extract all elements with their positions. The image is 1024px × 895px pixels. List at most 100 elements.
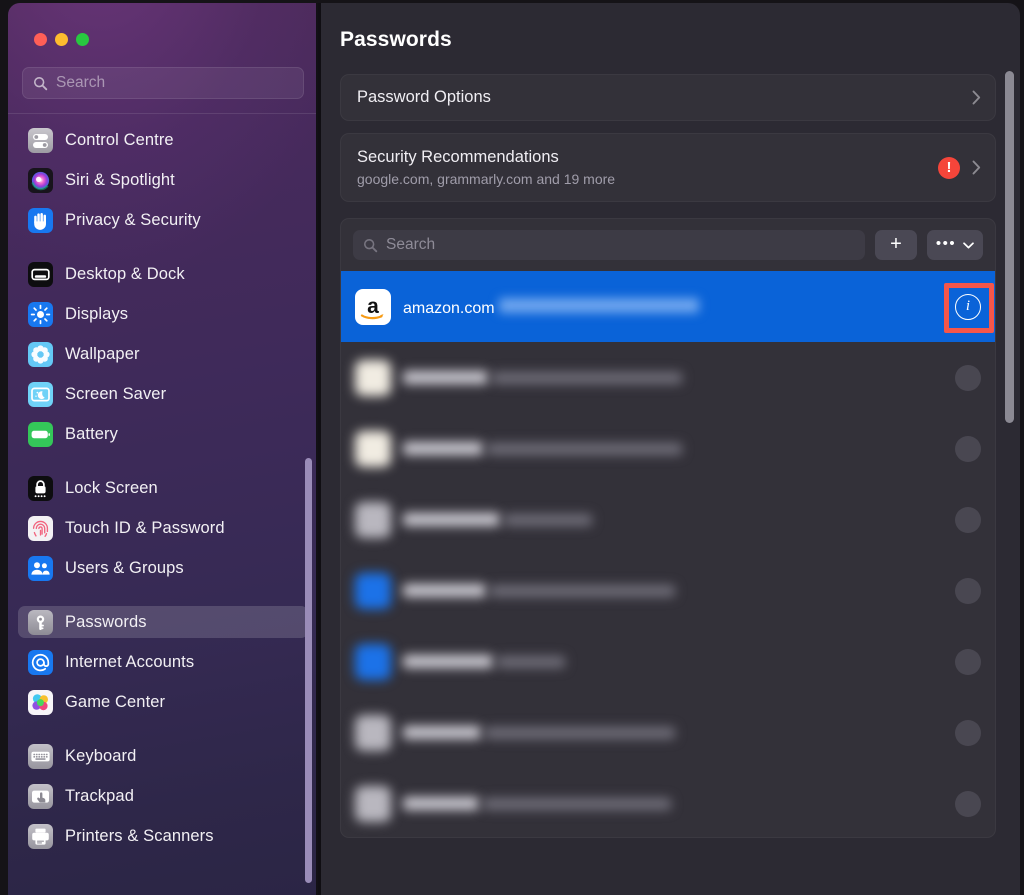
table-row[interactable]: a amazon.com i bbox=[341, 271, 995, 342]
more-options-button[interactable]: ••• bbox=[927, 230, 983, 260]
wallpaper-icon bbox=[28, 341, 53, 367]
sidebar-item-lock-screen[interactable]: Lock Screen bbox=[18, 472, 308, 504]
row-favicon bbox=[355, 572, 391, 609]
row-text bbox=[403, 793, 943, 815]
row-site-redacted bbox=[403, 583, 486, 597]
info-button[interactable] bbox=[955, 648, 981, 675]
table-row[interactable] bbox=[341, 342, 995, 413]
table-row[interactable] bbox=[341, 697, 995, 768]
row-username-redacted bbox=[497, 655, 566, 668]
sidebar-item-label: Screen Saver bbox=[65, 384, 167, 403]
sidebar-group: Desktop & Dock Displays Wallpaper Screen… bbox=[18, 258, 308, 450]
sidebar-item-screen-saver[interactable]: Screen Saver bbox=[18, 378, 308, 410]
row-site-redacted bbox=[403, 796, 479, 810]
info-button-amazon[interactable]: i bbox=[955, 293, 981, 320]
sidebar-item-label: Lock Screen bbox=[65, 478, 158, 497]
row-favicon bbox=[355, 359, 391, 396]
table-row[interactable] bbox=[341, 768, 995, 837]
row-favicon bbox=[355, 785, 391, 822]
sidebar-item-privacy-security[interactable]: Privacy & Security bbox=[18, 204, 308, 236]
table-row[interactable] bbox=[341, 555, 995, 626]
sidebar-item-label: Privacy & Security bbox=[65, 210, 201, 229]
row-site-redacted bbox=[403, 654, 493, 668]
sidebar-item-printers-scanners[interactable]: Printers & Scanners bbox=[18, 820, 308, 852]
table-row[interactable] bbox=[341, 413, 995, 484]
row-username-redacted bbox=[492, 371, 683, 384]
row-username-redacted bbox=[485, 726, 676, 739]
info-button[interactable] bbox=[955, 364, 981, 391]
sidebar-item-label: Users & Groups bbox=[65, 558, 184, 577]
sidebar-item-passwords[interactable]: Passwords bbox=[18, 606, 308, 638]
warning-badge-icon: ! bbox=[938, 156, 960, 179]
passwords-list-card: Search + ••• a amazon.com i bbox=[340, 218, 996, 838]
sidebar-scrollbar[interactable] bbox=[305, 458, 312, 883]
row-favicon bbox=[355, 430, 391, 467]
privacy-hand-icon bbox=[28, 207, 53, 233]
settings-window: Search Control Centre Siri & Spotlight P… bbox=[8, 3, 1020, 895]
security-recommendations-text: Security Recommendations google.com, gra… bbox=[357, 147, 938, 189]
sidebar-item-keyboard[interactable]: Keyboard bbox=[18, 740, 308, 772]
password-options-label: Password Options bbox=[357, 88, 491, 106]
sidebar-item-wallpaper[interactable]: Wallpaper bbox=[18, 338, 308, 370]
sidebar-item-label: Displays bbox=[65, 304, 129, 323]
main-left-edge bbox=[318, 3, 321, 895]
sidebar-item-siri-spotlight[interactable]: Siri & Spotlight bbox=[18, 164, 308, 196]
row-username-redacted bbox=[504, 513, 593, 526]
row-site-redacted bbox=[403, 725, 481, 739]
row-site-redacted bbox=[403, 441, 483, 455]
sidebar-group: Keyboard Trackpad Printers & Scanners bbox=[18, 740, 308, 852]
sidebar-item-desktop-dock[interactable]: Desktop & Dock bbox=[18, 258, 308, 290]
sidebar-item-label: Touch ID & Password bbox=[65, 518, 225, 537]
sidebar-item-touch-id[interactable]: Touch ID & Password bbox=[18, 512, 308, 544]
row-favicon bbox=[355, 714, 391, 751]
security-recommendations-subtitle: google.com, grammarly.com and 19 more bbox=[357, 170, 616, 187]
sidebar-item-label: Trackpad bbox=[65, 786, 134, 805]
chevron-right-icon bbox=[972, 90, 981, 105]
info-button[interactable] bbox=[955, 435, 981, 462]
sidebar-item-game-center[interactable]: Game Center bbox=[18, 686, 308, 718]
sidebar-group: Passwords Internet Accounts Game Center bbox=[18, 606, 308, 718]
row-text bbox=[403, 509, 943, 531]
sidebar-item-label: Game Center bbox=[65, 692, 166, 711]
plus-icon: + bbox=[890, 233, 902, 255]
info-button[interactable] bbox=[955, 506, 981, 533]
sidebar-search-field[interactable]: Search bbox=[22, 67, 304, 99]
password-options-row[interactable]: Password Options bbox=[340, 74, 996, 121]
row-username-redacted bbox=[499, 298, 700, 313]
sidebar-item-label: Battery bbox=[65, 424, 118, 443]
sidebar-item-internet-accounts[interactable]: Internet Accounts bbox=[18, 646, 308, 678]
svg-text:a: a bbox=[367, 295, 379, 318]
sidebar-item-trackpad[interactable]: Trackpad bbox=[18, 780, 308, 812]
sidebar-item-label: Internet Accounts bbox=[65, 652, 195, 671]
sidebar-item-label: Siri & Spotlight bbox=[65, 170, 175, 189]
info-button[interactable] bbox=[955, 790, 981, 817]
info-button[interactable] bbox=[955, 577, 981, 604]
row-favicon bbox=[355, 643, 391, 680]
battery-icon bbox=[28, 421, 53, 447]
game-center-icon bbox=[28, 689, 53, 715]
desktop-dock-icon bbox=[28, 261, 53, 287]
row-site: amazon.com bbox=[403, 300, 495, 317]
sidebar-item-displays[interactable]: Displays bbox=[18, 298, 308, 330]
traffic-lights bbox=[8, 3, 318, 65]
passwords-search-input[interactable]: Search bbox=[353, 230, 865, 260]
sidebar-item-control-centre[interactable]: Control Centre bbox=[18, 124, 308, 156]
main-scrollbar[interactable] bbox=[1005, 71, 1014, 423]
security-recommendations-row[interactable]: Security Recommendations google.com, gra… bbox=[340, 133, 996, 202]
ellipsis-icon: ••• bbox=[935, 235, 957, 252]
row-text: amazon.com bbox=[403, 294, 943, 319]
sidebar-item-battery[interactable]: Battery bbox=[18, 418, 308, 450]
info-button[interactable] bbox=[955, 719, 981, 746]
search-icon bbox=[33, 76, 48, 90]
close-button[interactable] bbox=[34, 33, 47, 46]
add-password-button[interactable]: + bbox=[875, 230, 917, 260]
sidebar-item-users-groups[interactable]: Users & Groups bbox=[18, 552, 308, 584]
siri-icon bbox=[28, 167, 53, 193]
table-row[interactable] bbox=[341, 626, 995, 697]
minimize-button[interactable] bbox=[55, 33, 68, 46]
table-row[interactable] bbox=[341, 484, 995, 555]
sidebar-search-placeholder: Search bbox=[56, 74, 106, 91]
zoom-button[interactable] bbox=[76, 33, 89, 46]
security-recommendations-title: Security Recommendations bbox=[357, 147, 559, 166]
control-centre-icon bbox=[28, 127, 53, 153]
